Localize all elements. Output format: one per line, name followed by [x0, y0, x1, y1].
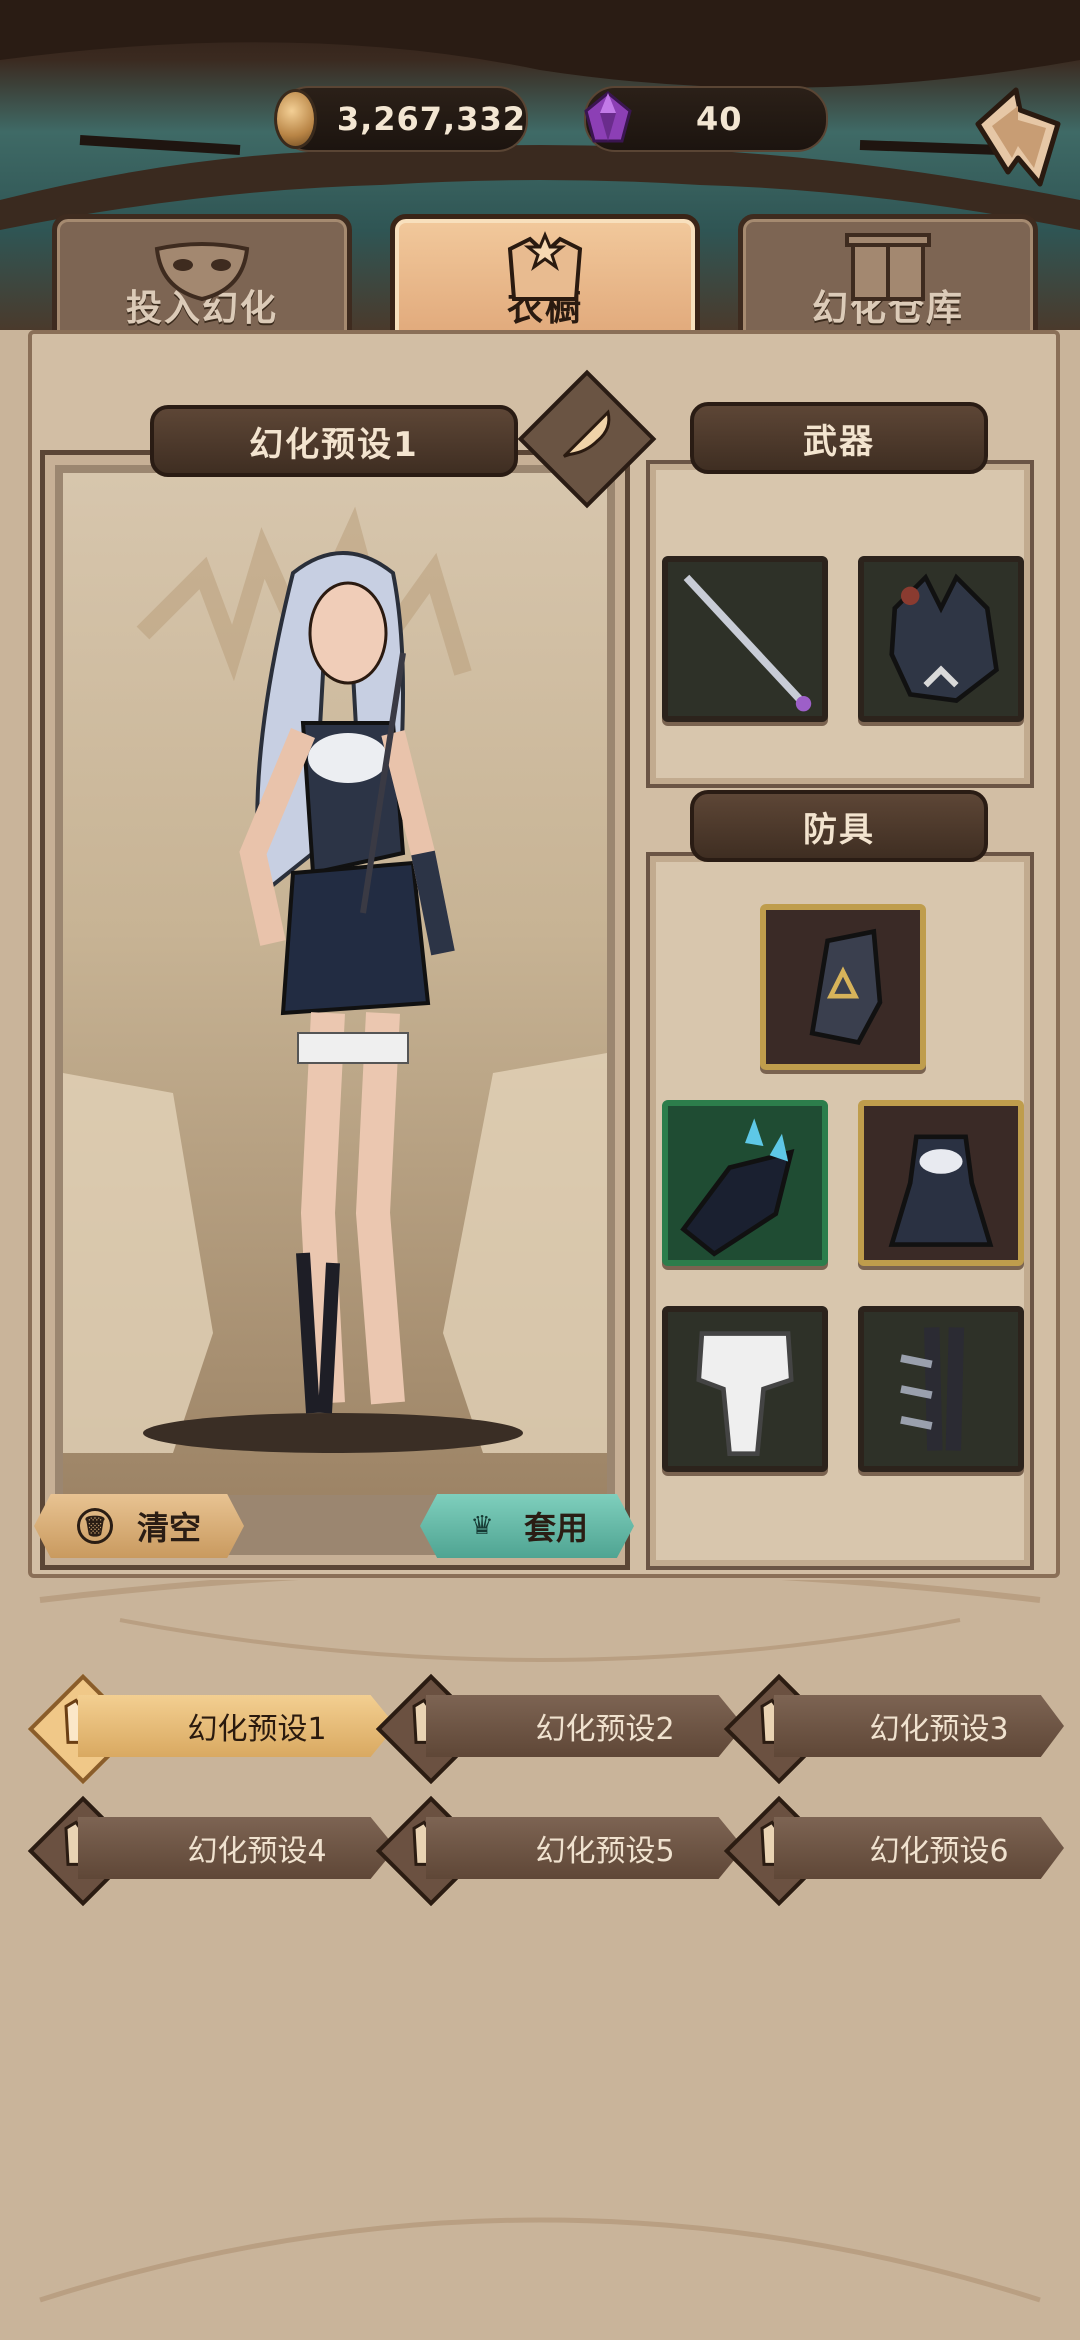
- tree-branch-decoration: [0, 0, 1080, 230]
- armor-slot-gauntlet[interactable]: [760, 904, 926, 1070]
- preset-button-5[interactable]: 幻化预设5: [426, 1817, 744, 1879]
- wolf-head-icon: [889, 573, 999, 704]
- cabinet-icon: [845, 233, 931, 301]
- preset-button-6[interactable]: 幻化预设6: [774, 1817, 1064, 1879]
- gold-counter: 3,267,332: [274, 86, 528, 152]
- armor-header: 防具: [690, 790, 988, 862]
- preset-label: 幻化预设1: [187, 1712, 327, 1747]
- white-pants-icon: [696, 1331, 794, 1456]
- gem-amount: 40: [696, 100, 743, 138]
- gem-counter: 40: [584, 86, 828, 152]
- weapon-slot-wolf-head[interactable]: [858, 556, 1024, 722]
- background-swirl-decoration: [39, 1580, 1041, 2303]
- apply-button[interactable]: ♛ 套用: [420, 1494, 634, 1558]
- armor-slot-dress[interactable]: [858, 1100, 1024, 1266]
- preset-title: 幻化预设1: [249, 424, 419, 465]
- preset-label: 幻化预设2: [535, 1712, 675, 1747]
- weapon-slot-staff[interactable]: [662, 556, 828, 722]
- quill-icon: [562, 409, 611, 458]
- preset-button-3[interactable]: 幻化预设3: [774, 1695, 1064, 1757]
- crystal-claw-icon: [680, 1118, 795, 1257]
- back-arrow-button[interactable]: [968, 84, 1064, 192]
- gold-amount: 3,267,332: [336, 100, 526, 138]
- tab-transmog-input[interactable]: 投入幻化: [52, 214, 352, 346]
- preset-label: 幻化预设4: [187, 1834, 327, 1869]
- weapon-header: 武器: [690, 402, 988, 474]
- armor-title: 防具: [803, 809, 875, 850]
- gold-coin-icon: [274, 89, 317, 149]
- preset-label: 幻化预设5: [535, 1834, 675, 1869]
- armor-slot-pants[interactable]: [662, 1306, 828, 1472]
- armor-slot-claw[interactable]: [662, 1100, 828, 1266]
- apply-label: 套用: [523, 1509, 588, 1547]
- preset-button-2[interactable]: 幻化预设2: [426, 1695, 744, 1757]
- character-preview-panel: [40, 450, 630, 1570]
- clear-button[interactable]: 🗑 清空: [34, 1494, 244, 1558]
- weapon-title: 武器: [803, 421, 875, 462]
- staff-icon: [683, 574, 812, 712]
- mask-icon: [154, 242, 250, 302]
- crown-icon: ♛: [470, 1511, 494, 1541]
- gauntlet-armor-icon: [809, 928, 883, 1046]
- tab-wardrobe[interactable]: 衣橱: [390, 214, 700, 346]
- bone-leg-icon: [900, 1327, 965, 1451]
- tab-transmog-storage[interactable]: 幻化仓库: [738, 214, 1038, 346]
- clear-label: 清空: [136, 1509, 201, 1547]
- preset-label: 幻化预设6: [869, 1834, 1009, 1869]
- character-figure: [63, 506, 607, 1453]
- preset-button-1[interactable]: 幻化预设1: [78, 1695, 396, 1757]
- preset-title-banner: 幻化预设1: [150, 405, 518, 477]
- armor-slot-bone-leg[interactable]: [858, 1306, 1024, 1472]
- dress-armor-icon: [888, 1134, 994, 1247]
- wardrobe-icon: [507, 231, 583, 301]
- character-preview: [63, 473, 607, 1495]
- preset-label: 幻化预设3: [869, 1712, 1009, 1747]
- purple-gem-icon: [584, 91, 632, 143]
- trash-icon: 🗑: [76, 1508, 113, 1544]
- preset-button-4[interactable]: 幻化预设4: [78, 1817, 396, 1879]
